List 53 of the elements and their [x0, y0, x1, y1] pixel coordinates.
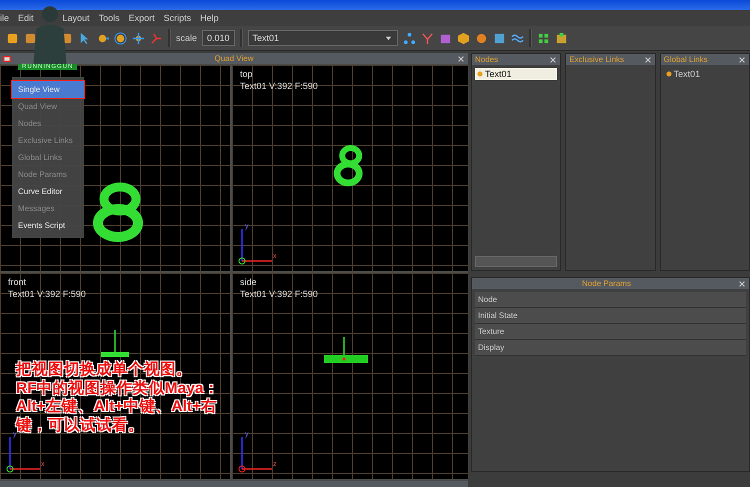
viewport-label: side	[240, 277, 257, 287]
close-icon[interactable]	[738, 280, 746, 288]
menu-item[interactable]: Layout	[62, 13, 90, 23]
rotate-icon[interactable]	[114, 32, 127, 44]
menu-item[interactable]: Export	[128, 13, 155, 23]
menu-item[interactable]: Scripts	[164, 13, 192, 23]
menu-item[interactable]: Tools	[98, 13, 120, 23]
scale-label: scale	[176, 33, 198, 43]
panel-title: Global Links	[664, 55, 709, 64]
scale-icon[interactable]	[132, 32, 145, 44]
tool-icon[interactable]	[6, 32, 19, 44]
object-info: Text01 V:392 F:590	[240, 81, 318, 91]
node-icon	[666, 71, 672, 77]
branch-icon[interactable]	[150, 32, 163, 44]
object-dropdown[interactable]: Text01	[248, 30, 398, 46]
subtitle-caption: 把视图切换成单个视图。 RF中的视图操作类似Maya： Alt+左键、Alt+中键、Alt+右 键，可以试试看。	[16, 361, 220, 434]
object-info: Text01 V:392 F:590	[240, 289, 318, 299]
object-info: Text01 V:392 F:590	[8, 289, 86, 299]
section-header[interactable]: Node	[475, 292, 746, 308]
caret-icon	[384, 34, 393, 42]
section-header[interactable]: Display	[475, 340, 746, 356]
close-icon[interactable]	[549, 56, 558, 64]
menu-item[interactable]: Events Script	[12, 217, 84, 234]
package-icon[interactable]	[554, 32, 568, 44]
menu-item[interactable]: ile	[0, 13, 10, 23]
section-header[interactable]: Initial State	[475, 308, 746, 324]
section-header[interactable]: Texture	[475, 324, 746, 340]
pointer-icon[interactable]	[78, 32, 91, 44]
cube-icon[interactable]	[456, 32, 470, 44]
scale-field[interactable]: 0.010	[202, 30, 235, 46]
horizontal-scrollbar[interactable]	[475, 256, 558, 267]
list-item[interactable]: Text01	[664, 68, 746, 80]
panel-menu-icon[interactable]	[3, 54, 11, 62]
panel-title: Node Params	[581, 279, 632, 288]
viewport-label: front	[8, 277, 26, 287]
close-icon[interactable]	[644, 56, 652, 64]
viewport-label: top	[240, 69, 253, 79]
menu-item[interactable]: Edit	[18, 13, 34, 23]
link-icon[interactable]	[420, 32, 434, 44]
nodes-icon[interactable]	[402, 32, 416, 44]
menu-item[interactable]: Single View	[12, 81, 84, 98]
tool-icon[interactable]	[24, 32, 37, 44]
node-icon	[477, 71, 483, 77]
close-icon[interactable]	[457, 54, 465, 62]
panel-title: Exclusive Links	[569, 55, 626, 64]
close-icon[interactable]	[738, 56, 746, 64]
menu-item[interactable]: Curve Editor	[12, 183, 84, 200]
wave-icon[interactable]	[510, 32, 524, 44]
menu-item[interactable]: Help	[200, 13, 219, 23]
grid-icon[interactable]	[536, 32, 550, 44]
list-item[interactable]: Text01	[475, 68, 558, 80]
panel-title: Quad View	[214, 54, 254, 63]
panel-title: Nodes	[475, 55, 500, 64]
